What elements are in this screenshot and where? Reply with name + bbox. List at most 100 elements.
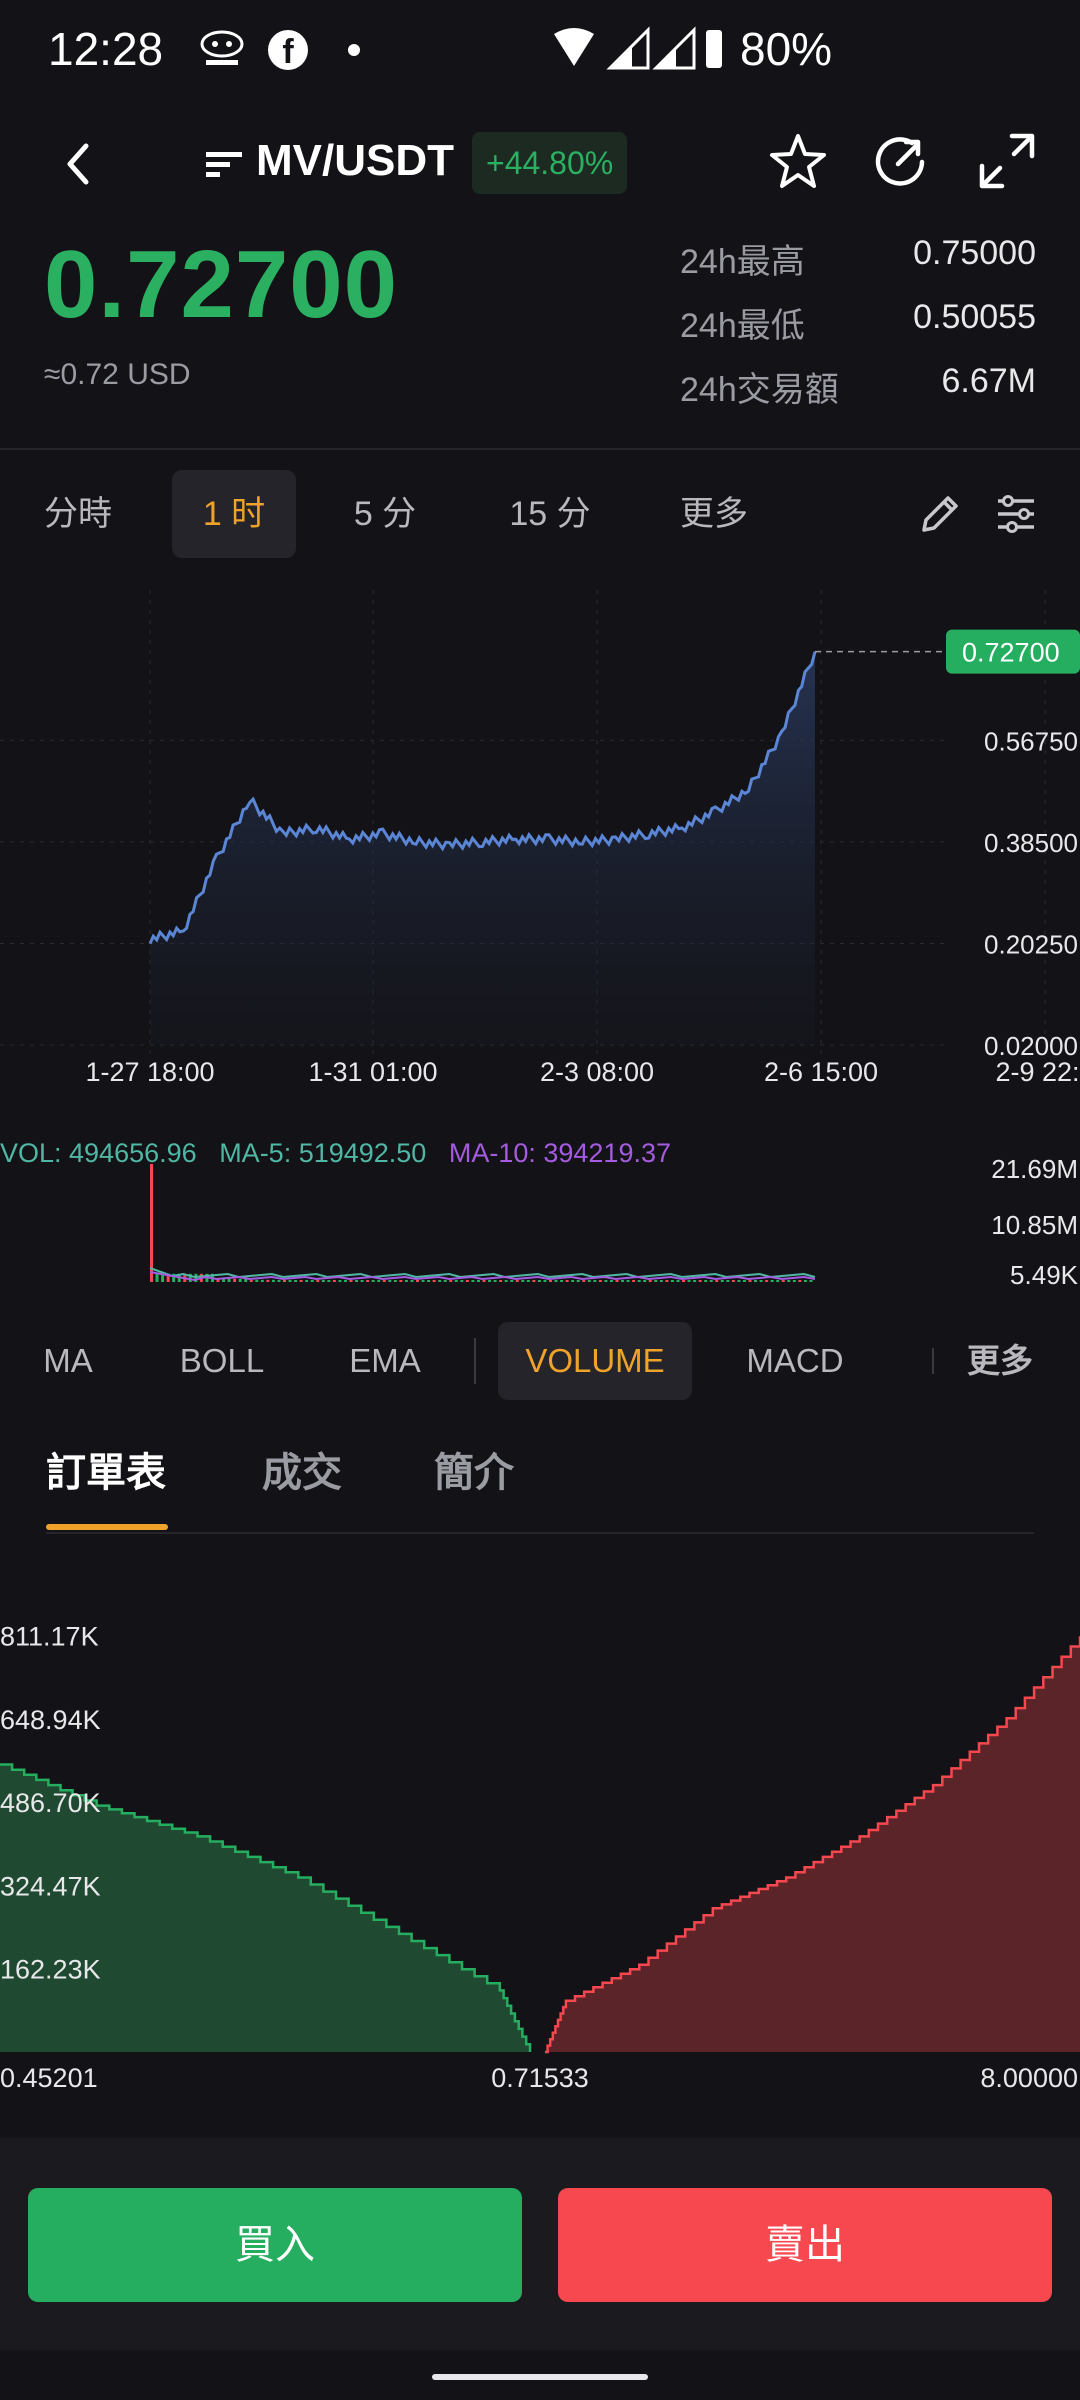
interval-tab-time[interactable]: 分時 [30,470,126,558]
back-arrow-icon[interactable] [52,136,102,192]
tab-info[interactable]: 簡介 [434,1440,514,1498]
volume-bar [765,1280,769,1282]
x-tick-label: 2-6 15:00 [764,1057,878,1087]
volume-bar [499,1280,503,1282]
facebook-notification-icon: f [268,30,308,71]
tab-orderbook[interactable]: 訂單表 [46,1440,166,1498]
sell-button[interactable]: 賣出 [558,2188,1052,2302]
refresh-icon[interactable] [868,130,932,194]
last-price-tag: 0.72700 [946,629,1080,674]
volume-bar [748,1280,752,1282]
vol-legend-vol: VOL: 494656.96 [0,1138,197,1168]
star-icon[interactable] [766,130,830,194]
volume-bar [471,1280,475,1282]
indicator-macd[interactable]: MACD [728,1322,862,1400]
depth-y-tick: 648.94K [0,1705,101,1735]
volume-bar [443,1280,447,1282]
vol-legend-ma10: MA-10: 394219.37 [448,1138,672,1168]
pair-menu-icon[interactable] [200,146,246,182]
volume-bar [288,1280,292,1282]
depth-x-tick: 8.00000 [980,2063,1078,2093]
volume-bar [587,1280,591,1282]
indicator-volume[interactable]: VOLUME [498,1322,692,1400]
volume-bar [560,1280,564,1282]
chart-settings-icon[interactable] [994,492,1038,536]
volume-bar [582,1280,586,1282]
indicator-ema[interactable]: EMA [330,1322,440,1400]
last-price: 0.72700 [44,231,399,338]
volume-bar [515,1280,519,1282]
price-chart[interactable]: 0.567500.385000.202500.020001-27 18:00 1-… [0,590,1080,1110]
volume-bar [526,1280,530,1282]
last-price-tag-text: 0.72700 [962,638,1060,668]
volume-bar [532,1280,536,1282]
fullscreen-icon[interactable] [976,130,1038,192]
depth-x-tick: 0.45201 [0,2063,98,2093]
x-tick-label: 1-27 18:00 [85,1057,214,1087]
volume-bar [227,1278,231,1282]
volume-bar [676,1280,680,1282]
buy-button[interactable]: 買入 [28,2188,522,2302]
volume-bar [809,1280,813,1282]
volume-bar [576,1280,580,1282]
volume-bar [155,1273,159,1282]
volume-bar [549,1280,552,1282]
volume-bar [476,1280,480,1282]
volume-bar [277,1280,281,1282]
volume-bar [637,1280,641,1282]
interval-tab-15m[interactable]: 15 分 [490,470,610,558]
depth-x-tick: 0.71533 [491,2063,589,2093]
volume-bar [360,1280,364,1282]
volume-bar [726,1280,730,1282]
wifi-signal-icon [554,26,722,70]
y-tick-label: 0.56750 [984,726,1078,756]
volume-bar [332,1280,336,1282]
volume-bar [609,1280,613,1282]
interval-tab-5m[interactable]: 5 分 [330,470,440,558]
y-tick-label: 0.38500 [984,828,1078,858]
volume-bar [488,1280,492,1282]
volume-bar [510,1280,514,1282]
volume-bar [504,1280,508,1282]
volume-bar [294,1280,298,1282]
volume-ma5-line [149,1267,816,1279]
volume-bar [598,1280,602,1282]
interval-tab-more[interactable]: 更多 [662,470,766,558]
status-time: 12:28 [48,23,164,75]
tab-active-underline [46,1524,168,1530]
volume-bar [465,1280,469,1282]
volume-bar [731,1280,735,1282]
volume-bar [366,1280,370,1282]
ask-depth-area [545,1636,1080,2052]
volume-bar [371,1280,375,1282]
volume-bar [338,1280,342,1282]
depth-y-tick: 162.23K [0,1955,101,1985]
volume-bar [521,1280,525,1282]
draw-pencil-icon[interactable] [918,492,962,536]
x-tick-label: 1-31 01:00 [308,1057,437,1087]
volume-bar [421,1280,425,1282]
indicator-ma[interactable]: MA [26,1322,110,1400]
volume-bar [460,1280,464,1282]
home-indicator[interactable] [432,2374,648,2380]
y-tick-label: 0.20250 [984,929,1078,959]
volume-bar [321,1280,325,1282]
volume-bar [742,1280,746,1282]
volume-bar [565,1280,569,1282]
volume-bar [737,1280,741,1282]
volume-bar [255,1279,259,1282]
volume-bar [283,1280,286,1282]
volume-bar [632,1280,636,1282]
pair-title[interactable]: MV/USDT [256,136,454,186]
volume-bar [621,1280,625,1282]
divider [46,1532,1034,1534]
volume-bar [355,1280,359,1282]
volume-bar [776,1280,780,1282]
tab-trades[interactable]: 成交 [262,1440,342,1498]
indicator-more[interactable]: 更多 [950,1322,1050,1400]
depth-chart[interactable]: 811.17K 648.94K 486.70K 324.47K 162.23K 0.452… [0,1560,1080,2100]
volume-bar [593,1280,597,1282]
interval-tab-1h[interactable]: 1 时 [172,470,296,558]
volume-bar [316,1280,320,1282]
indicator-boll[interactable]: BOLL [160,1322,284,1400]
